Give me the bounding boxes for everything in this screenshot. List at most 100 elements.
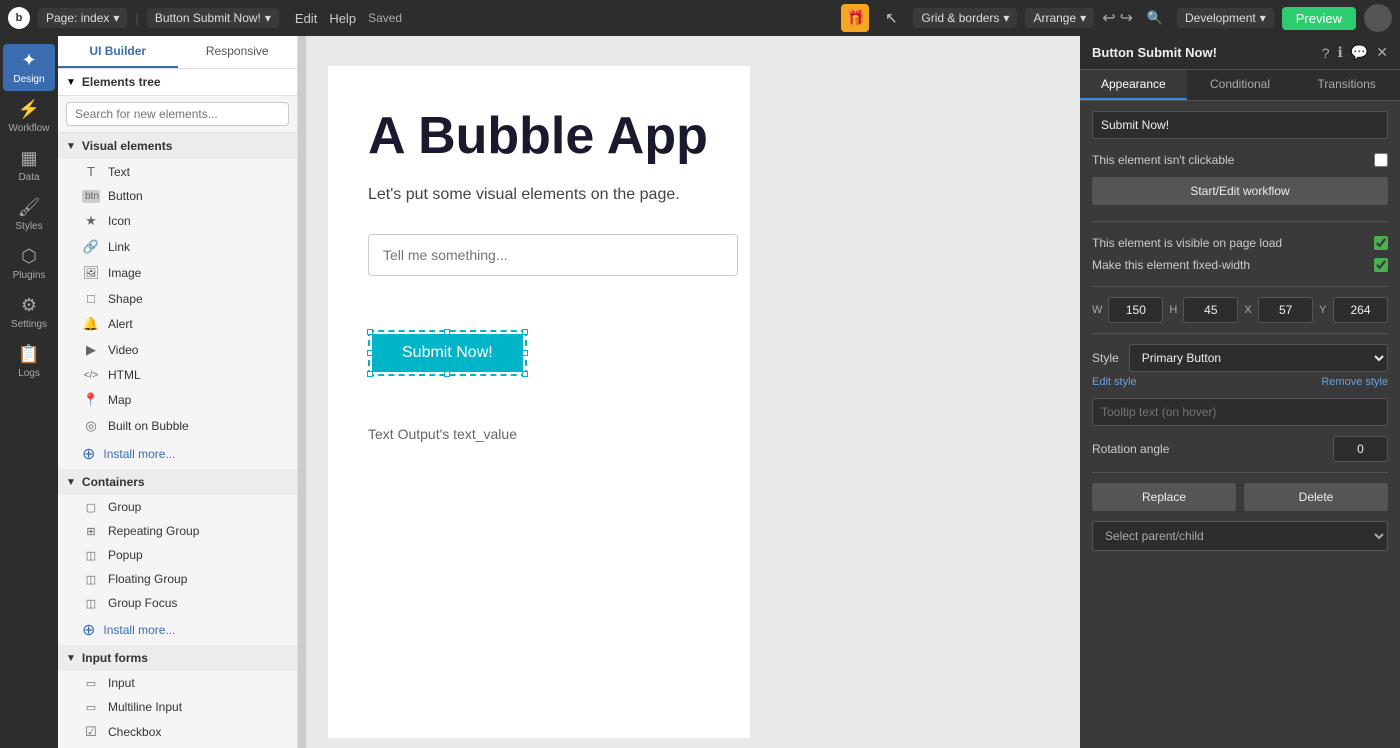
tab-ui-builder[interactable]: UI Builder bbox=[58, 36, 178, 68]
sidebar-item-styles[interactable]: 🖌 Styles bbox=[3, 191, 55, 238]
element-item-text[interactable]: T Text bbox=[58, 159, 297, 184]
undo-redo: ↩ ↪ bbox=[1102, 8, 1133, 28]
arrange-button[interactable]: Arrange ▾ bbox=[1025, 8, 1094, 28]
element-item-checkbox[interactable]: ☑ Checkbox bbox=[58, 719, 297, 745]
x-input[interactable] bbox=[1258, 297, 1313, 323]
preview-button[interactable]: Preview bbox=[1282, 7, 1356, 30]
delete-button[interactable]: Delete bbox=[1244, 483, 1388, 511]
style-select[interactable]: Primary Button bbox=[1129, 344, 1388, 372]
undo-button[interactable]: ↩ bbox=[1102, 8, 1115, 28]
sidebar-item-settings[interactable]: ⚙ Settings bbox=[3, 289, 55, 336]
resize-handle-br[interactable] bbox=[522, 371, 528, 377]
element-item-input[interactable]: ▭ Input bbox=[58, 671, 297, 695]
tooltip-input[interactable] bbox=[1092, 398, 1388, 426]
element-item-builtonbubble[interactable]: ◎ Built on Bubble bbox=[58, 413, 297, 439]
visual-elements-header[interactable]: ▼ Visual elements bbox=[58, 133, 297, 159]
resize-handle-tr[interactable] bbox=[522, 329, 528, 335]
page-selector[interactable]: Page: index ▾ bbox=[38, 8, 127, 28]
visual-section-label: Visual elements bbox=[82, 139, 173, 153]
sidebar-item-logs[interactable]: 📋 Logs bbox=[3, 338, 55, 385]
install-more-containers[interactable]: ⊕ Install more... bbox=[58, 615, 297, 645]
canvas-button-selection[interactable]: Submit Now! bbox=[368, 330, 527, 376]
resize-handle-mr[interactable] bbox=[522, 350, 528, 356]
containers-header[interactable]: ▼ Containers bbox=[58, 469, 297, 495]
canvas-area: A Bubble App Let's put some visual eleme… bbox=[298, 36, 1080, 748]
element-item-alert[interactable]: 🔔 Alert bbox=[58, 311, 297, 337]
x-label: X bbox=[1244, 304, 1252, 316]
resize-handle-tm[interactable] bbox=[444, 329, 450, 335]
resize-left[interactable] bbox=[298, 36, 306, 748]
element-item-html[interactable]: </> HTML bbox=[58, 363, 297, 387]
fixed-width-checkbox[interactable] bbox=[1374, 258, 1388, 272]
left-icon-bar: ✦ Design ⚡ Workflow ▦ Data 🖌 Styles ⬡ Pl… bbox=[0, 36, 58, 748]
element-item-icon[interactable]: ★ Icon bbox=[58, 208, 297, 234]
help-menu[interactable]: Help bbox=[329, 11, 356, 26]
element-item-shape[interactable]: □ Shape bbox=[58, 286, 297, 311]
close-icon[interactable]: ✕ bbox=[1376, 44, 1388, 61]
element-item-repeating-group[interactable]: ⊞ Repeating Group bbox=[58, 519, 297, 543]
element-item-image[interactable]: 🖼 Image bbox=[58, 260, 297, 286]
tab-conditional[interactable]: Conditional bbox=[1187, 70, 1294, 100]
rotation-input[interactable] bbox=[1333, 436, 1388, 462]
sidebar-item-plugins[interactable]: ⬡ Plugins bbox=[3, 240, 55, 287]
element-item-link[interactable]: 🔗 Link bbox=[58, 234, 297, 260]
visible-checkbox[interactable] bbox=[1374, 236, 1388, 250]
sidebar-item-data[interactable]: ▦ Data bbox=[3, 142, 55, 189]
element-selector[interactable]: Button Submit Now! ▾ bbox=[147, 8, 279, 28]
resize-handle-bl[interactable] bbox=[367, 371, 373, 377]
replace-button[interactable]: Replace bbox=[1092, 483, 1236, 511]
tab-appearance[interactable]: Appearance bbox=[1080, 70, 1187, 100]
remove-style-link[interactable]: Remove style bbox=[1321, 376, 1388, 388]
element-item-map[interactable]: 📍 Map bbox=[58, 387, 297, 413]
resize-handle-ml[interactable] bbox=[367, 350, 373, 356]
gift-icon[interactable]: 🎁 bbox=[841, 4, 869, 32]
button-name-input[interactable] bbox=[1092, 111, 1388, 139]
elements-tree-toggle[interactable]: ▼ Elements tree bbox=[66, 75, 289, 89]
settings-icon: ⚙ bbox=[21, 295, 37, 316]
input-icon: ▭ bbox=[82, 677, 100, 690]
install-more-visual[interactable]: ⊕ Install more... bbox=[58, 439, 297, 469]
shape-icon: □ bbox=[82, 291, 100, 306]
edit-menu[interactable]: Edit bbox=[295, 11, 317, 26]
element-label-floating-group: Floating Group bbox=[108, 572, 187, 586]
multiline-input-icon: ▭ bbox=[82, 701, 100, 714]
element-item-popup[interactable]: ◫ Popup bbox=[58, 543, 297, 567]
canvas-input-field[interactable] bbox=[368, 234, 738, 276]
parent-child-select[interactable]: Select parent/child bbox=[1092, 521, 1388, 551]
y-input[interactable] bbox=[1333, 297, 1388, 323]
element-item-floating-group[interactable]: ◫ Floating Group bbox=[58, 567, 297, 591]
resize-handle-bm[interactable] bbox=[444, 371, 450, 377]
submit-button[interactable]: Submit Now! bbox=[372, 334, 523, 372]
element-item-multiline-input[interactable]: ▭ Multiline Input bbox=[58, 695, 297, 719]
element-item-group[interactable]: ▢ Group bbox=[58, 495, 297, 519]
avatar[interactable] bbox=[1364, 4, 1392, 32]
redo-button[interactable]: ↪ bbox=[1120, 8, 1133, 28]
w-input[interactable] bbox=[1108, 297, 1163, 323]
h-input[interactable] bbox=[1183, 297, 1238, 323]
style-links: Edit style Remove style bbox=[1092, 376, 1388, 388]
input-forms-header[interactable]: ▼ Input forms bbox=[58, 645, 297, 671]
search-input[interactable] bbox=[66, 102, 289, 126]
tab-transitions[interactable]: Transitions bbox=[1293, 70, 1400, 100]
element-item-video[interactable]: ▶ Video bbox=[58, 337, 297, 363]
help-circle-icon[interactable]: ? bbox=[1322, 45, 1330, 61]
element-item-group-focus[interactable]: ◫ Group Focus bbox=[58, 591, 297, 615]
clickable-checkbox[interactable] bbox=[1374, 153, 1388, 167]
design-icon: ✦ bbox=[21, 50, 36, 71]
element-item-button[interactable]: btn Button bbox=[58, 184, 297, 208]
edit-style-link[interactable]: Edit style bbox=[1092, 376, 1137, 388]
sidebar-item-workflow[interactable]: ⚡ Workflow bbox=[3, 93, 55, 140]
topbar-actions: Edit Help Saved bbox=[295, 11, 402, 26]
info-icon[interactable]: ℹ bbox=[1338, 44, 1343, 61]
element-label-input: Input bbox=[108, 676, 135, 690]
sidebar-item-design[interactable]: ✦ Design bbox=[3, 44, 55, 91]
resize-handle-tl[interactable] bbox=[367, 329, 373, 335]
grid-borders-button[interactable]: Grid & borders ▾ bbox=[913, 8, 1017, 28]
workflow-button[interactable]: Start/Edit workflow bbox=[1092, 177, 1388, 205]
pointer-tool[interactable]: ↖ bbox=[877, 4, 905, 32]
chevron-down-icon: ▾ bbox=[265, 11, 271, 25]
tab-responsive[interactable]: Responsive bbox=[178, 36, 298, 68]
dev-mode-button[interactable]: Development ▾ bbox=[1177, 8, 1274, 28]
chat-icon[interactable]: 💬 bbox=[1351, 44, 1368, 61]
search-icon[interactable]: 🔍 bbox=[1141, 4, 1169, 32]
